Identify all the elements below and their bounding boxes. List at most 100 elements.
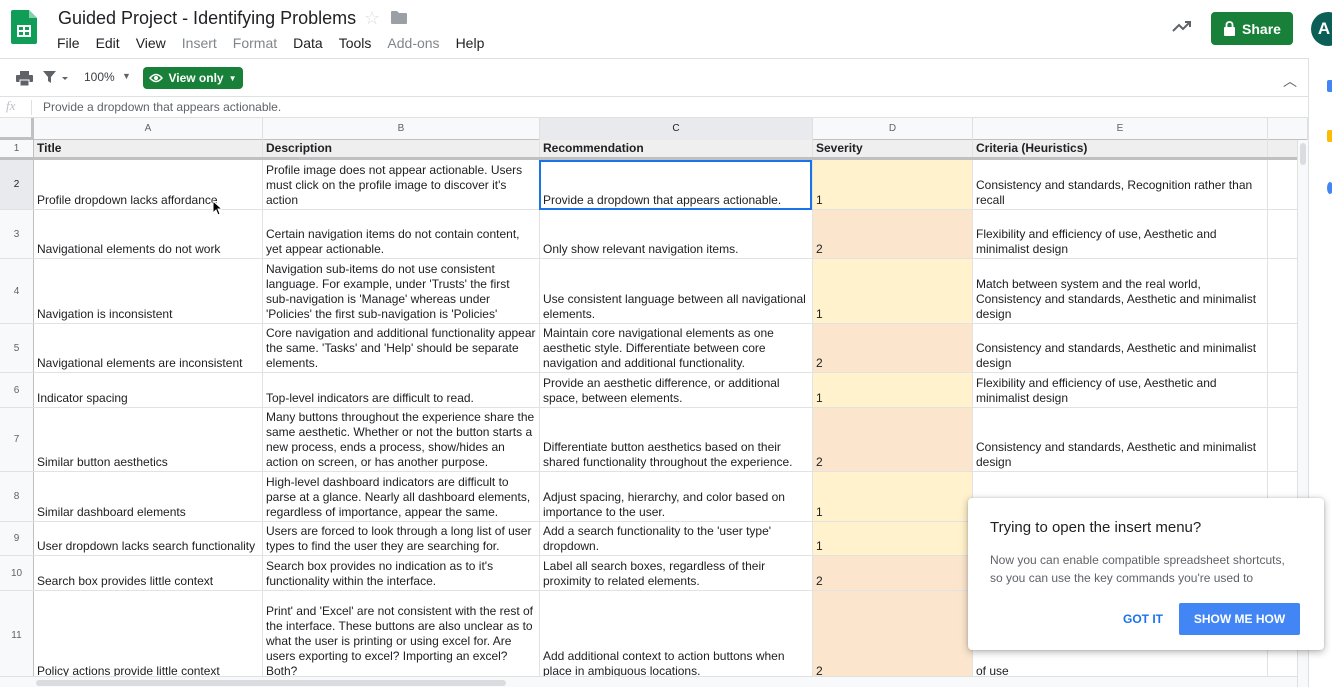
cell-title[interactable]: Title <box>34 140 263 157</box>
column-header-b[interactable]: B <box>263 118 540 140</box>
row-number[interactable]: 3 <box>0 210 34 258</box>
horizontal-scroll-thumb[interactable] <box>36 680 506 686</box>
menu-tools[interactable]: Tools <box>331 34 380 52</box>
document-title[interactable]: Guided Project - Identifying Problems <box>58 8 356 29</box>
cell-description[interactable]: Users are forced to look through a long … <box>263 522 540 555</box>
cell-description[interactable]: Description <box>263 140 540 157</box>
column-header-a[interactable]: A <box>34 118 263 140</box>
menu-insert[interactable]: Insert <box>174 34 225 52</box>
cell-severity[interactable]: 1 <box>813 373 973 407</box>
sheets-logo-icon[interactable] <box>11 10 37 44</box>
row-number[interactable]: 10 <box>0 556 34 590</box>
cell-recommendation[interactable]: Differentiate button aesthetics based on… <box>540 408 813 471</box>
column-header-f[interactable] <box>1268 118 1308 140</box>
menu-data[interactable]: Data <box>285 34 331 52</box>
cell-recommendation[interactable]: Add a search functionality to the 'user … <box>540 522 813 555</box>
cell-criteria[interactable]: Criteria (Heuristics) <box>973 140 1268 157</box>
collapse-menus-icon[interactable]: ︿ <box>1283 71 1297 91</box>
cell-recommendation[interactable]: Provide an aesthetic difference, or addi… <box>540 373 813 407</box>
cell-recommendation[interactable]: Add additional context to action buttons… <box>540 591 813 680</box>
cell-recommendation[interactable]: Provide a dropdown that appears actionab… <box>540 160 813 209</box>
cell-severity[interactable]: 2 <box>813 210 973 258</box>
cell-recommendation[interactable]: Use consistent language between all navi… <box>540 259 813 323</box>
cell-description[interactable]: Print' and 'Excel' are not consistent wi… <box>263 591 540 680</box>
row-number[interactable]: 11 <box>0 591 34 680</box>
cell-severity[interactable]: 1 <box>813 160 973 209</box>
row-number[interactable]: 2 <box>0 160 34 209</box>
filter-icon[interactable] <box>43 70 69 85</box>
show-me-how-button[interactable]: SHOW ME HOW <box>1179 603 1300 635</box>
menu-add-ons[interactable]: Add-ons <box>379 34 447 52</box>
cell-title[interactable]: Profile dropdown lacks affordance <box>34 160 263 209</box>
row-number[interactable]: 6 <box>0 373 34 407</box>
cell-description[interactable]: Core navigation and additional functiona… <box>263 324 540 372</box>
zoom-select[interactable]: 100% <box>84 70 115 84</box>
cell-title[interactable]: User dropdown lacks search functionality <box>34 522 263 555</box>
cell-severity[interactable]: 1 <box>813 472 973 521</box>
cell-criteria[interactable]: Consistency and standards, Aesthetic and… <box>973 408 1268 471</box>
menu-format[interactable]: Format <box>225 34 285 52</box>
cell-title[interactable]: Navigation is inconsistent <box>34 259 263 323</box>
cell-description[interactable]: Top-level indicators are difficult to re… <box>263 373 540 407</box>
cell-description[interactable]: High-level dashboard indicators are diff… <box>263 472 540 521</box>
print-icon[interactable] <box>16 71 33 86</box>
cell-title[interactable]: Indicator spacing <box>34 373 263 407</box>
folder-icon[interactable] <box>391 11 407 24</box>
cell-criteria[interactable]: Match between system and the real world,… <box>973 259 1268 323</box>
column-header-c[interactable]: C <box>540 118 813 140</box>
cell-title[interactable]: Similar dashboard elements <box>34 472 263 521</box>
cell-description[interactable]: Navigation sub-items do not use consiste… <box>263 259 540 323</box>
row-number[interactable]: 7 <box>0 408 34 471</box>
zoom-caret-icon[interactable]: ▼ <box>122 71 131 81</box>
cell-recommendation[interactable]: Adjust spacing, hierarchy, and color bas… <box>540 472 813 521</box>
cell-severity[interactable]: 2 <box>813 556 973 590</box>
menu-edit[interactable]: Edit <box>88 34 128 52</box>
cell-criteria[interactable]: Flexibility and efficiency of use, Aesth… <box>973 373 1268 407</box>
cell-recommendation[interactable]: Maintain core navigational elements as o… <box>540 324 813 372</box>
cell-description[interactable]: Search box provides no indication as to … <box>263 556 540 590</box>
cell-title[interactable]: Navigational elements do not work <box>34 210 263 258</box>
cell-severity[interactable]: Severity <box>813 140 973 157</box>
vertical-scroll-thumb[interactable] <box>1300 143 1306 165</box>
cell-severity[interactable]: 1 <box>813 259 973 323</box>
row-number[interactable]: 1 <box>0 140 34 157</box>
cell-title[interactable]: Navigational elements are inconsistent <box>34 324 263 372</box>
cell-criteria[interactable]: Flexibility and efficiency of use, Aesth… <box>973 210 1268 258</box>
view-only-button[interactable]: View only ▼ <box>143 67 243 89</box>
cell-recommendation[interactable]: Recommendation <box>540 140 813 157</box>
keep-addon-icon[interactable] <box>1327 130 1332 142</box>
row-number[interactable]: 5 <box>0 324 34 372</box>
menu-view[interactable]: View <box>128 34 174 52</box>
cell-criteria[interactable]: Consistency and standards, Recognition r… <box>973 160 1268 209</box>
cell-description[interactable]: Certain navigation items do not contain … <box>263 210 540 258</box>
cell-description[interactable]: Profile image does not appear actionable… <box>263 160 540 209</box>
row-number[interactable]: 9 <box>0 522 34 555</box>
column-header-e[interactable]: E <box>973 118 1268 140</box>
got-it-button[interactable]: GOT IT <box>1114 603 1172 635</box>
cell-title[interactable]: Similar button aesthetics <box>34 408 263 471</box>
cell-criteria[interactable]: Consistency and standards, Aesthetic and… <box>973 324 1268 372</box>
row-number[interactable]: 8 <box>0 472 34 521</box>
column-header-d[interactable]: D <box>813 118 973 140</box>
cell-recommendation-text: Differentiate button aesthetics based on… <box>543 440 793 469</box>
tasks-addon-icon[interactable] <box>1327 182 1332 194</box>
cell-recommendation[interactable]: Only show relevant navigation items. <box>540 210 813 258</box>
share-button[interactable]: Share <box>1211 12 1293 45</box>
row-number[interactable]: 4 <box>0 259 34 323</box>
activity-trend-icon[interactable] <box>1171 17 1193 35</box>
star-icon[interactable]: ☆ <box>364 8 380 29</box>
menu-help[interactable]: Help <box>448 34 493 52</box>
formula-input[interactable]: Provide a dropdown that appears actionab… <box>43 100 281 114</box>
cell-severity[interactable]: 2 <box>813 324 973 372</box>
cell-recommendation[interactable]: Label all search boxes, regardless of th… <box>540 556 813 590</box>
menu-file[interactable]: File <box>49 34 88 52</box>
cell-title[interactable]: Search box provides little context <box>34 556 263 590</box>
cell-title[interactable]: Policy actions provide little context <box>34 591 263 680</box>
avatar[interactable]: A <box>1311 12 1332 46</box>
cell-severity[interactable]: 1 <box>813 522 973 555</box>
cell-severity[interactable]: 2 <box>813 591 973 680</box>
calendar-addon-icon[interactable] <box>1327 80 1332 92</box>
select-all-corner[interactable] <box>0 118 34 140</box>
cell-description[interactable]: Many buttons throughout the experience s… <box>263 408 540 471</box>
cell-severity[interactable]: 2 <box>813 408 973 471</box>
